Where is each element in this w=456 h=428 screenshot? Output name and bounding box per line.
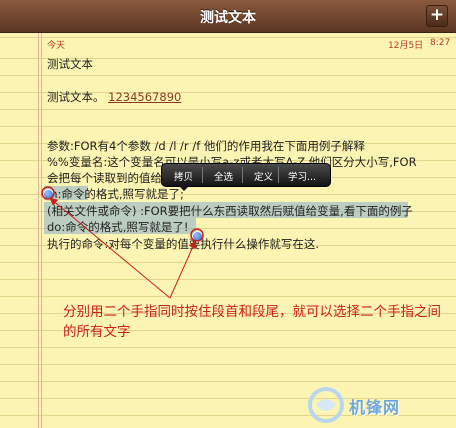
- annotation-caption: 分别用二个手指同时按住段首和段尾，就可以选择二个手指之间的所有文字: [63, 304, 441, 340]
- arrow-to-end: [169, 240, 197, 299]
- watermark-text: 机锋网: [349, 398, 401, 417]
- start-handle-circle: [41, 186, 55, 200]
- arrow-to-start: [49, 197, 171, 299]
- watermark: 机锋网: [306, 384, 454, 426]
- end-handle-circle: [190, 228, 204, 242]
- watermark-logo-icon: [308, 387, 344, 423]
- annotation-arrows: [41, 186, 204, 299]
